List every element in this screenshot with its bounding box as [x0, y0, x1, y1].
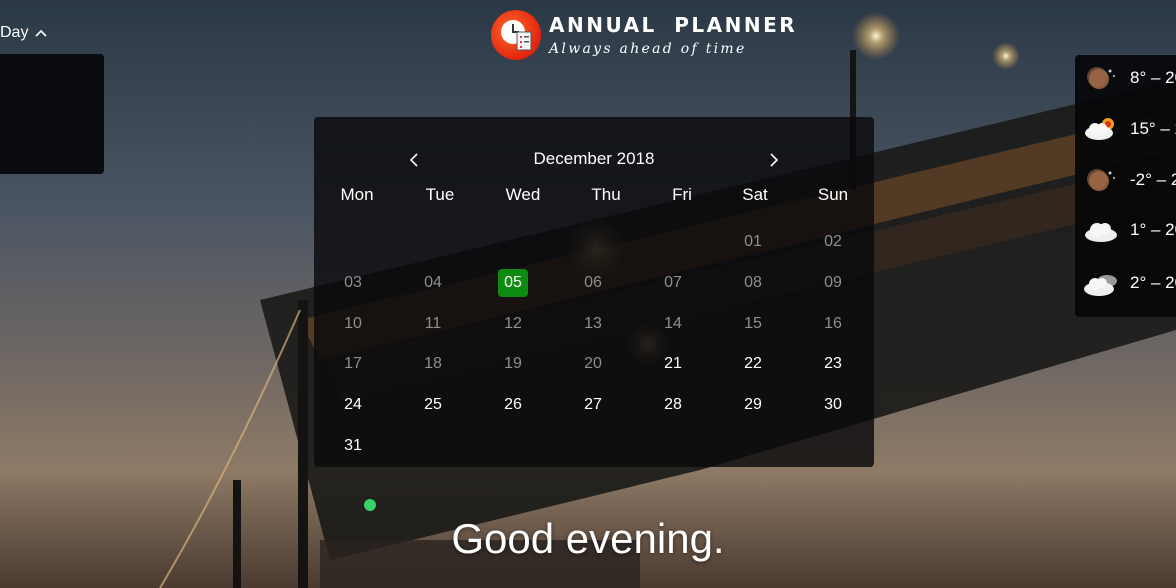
calendar-day-28[interactable]: 28	[658, 391, 688, 419]
logo-tagline: Always ahead of time	[549, 41, 747, 57]
calendar-day-17[interactable]: 17	[338, 350, 368, 378]
calendar-day-12[interactable]: 12	[498, 310, 528, 338]
cloudy-icon	[1081, 267, 1121, 299]
calendar-day-21[interactable]: 21	[658, 350, 688, 378]
calendar-day-13[interactable]: 13	[578, 310, 608, 338]
calendar-day-05[interactable]: 05	[498, 269, 528, 297]
app-logo: ANNUAL PLANNER Always ahead of time	[491, 10, 797, 60]
calendar-day-20[interactable]: 20	[578, 350, 608, 378]
calendar-day-09[interactable]: 09	[818, 269, 848, 297]
calendar-day-26[interactable]: 26	[498, 391, 528, 419]
greeting-text: Good evening.	[451, 515, 725, 562]
calendar-day-03[interactable]: 03	[338, 269, 368, 297]
weather-temp: 1° – 20	[1130, 220, 1176, 239]
day-toggle-label: Day	[0, 24, 29, 41]
calendar-day-19[interactable]: 19	[498, 350, 528, 378]
calendar-day-31[interactable]: 31	[338, 432, 368, 460]
calendar-day-30[interactable]: 30	[818, 391, 848, 419]
moon-icon	[1081, 164, 1121, 196]
calendar-day-22[interactable]: 22	[738, 350, 768, 378]
calendar-day-14[interactable]: 14	[658, 310, 688, 338]
weather-row: 1° – 20	[1075, 210, 1176, 250]
cloud-icon	[1081, 214, 1121, 246]
calendar-day-07[interactable]: 07	[658, 269, 688, 297]
clock-checklist-icon	[491, 10, 541, 60]
calendar-day-18[interactable]: 18	[418, 350, 448, 378]
logo-title: ANNUAL PLANNER	[549, 13, 798, 37]
calendar-day-01[interactable]: 01	[738, 228, 768, 256]
calendar-day-25[interactable]: 25	[418, 391, 448, 419]
weather-temp: 15° – 2	[1130, 119, 1176, 138]
weather-temp: -2° – 2	[1130, 170, 1176, 189]
weather-temp: 2° – 20	[1130, 273, 1176, 292]
calendar-day-10[interactable]: 10	[338, 310, 368, 338]
partly-cloudy-sun-icon	[1081, 113, 1121, 145]
calendar-day-23[interactable]: 23	[818, 350, 848, 378]
chevron-up-icon	[35, 29, 48, 37]
calendar-day-24[interactable]: 24	[338, 391, 368, 419]
calendar-day-27[interactable]: 27	[578, 391, 608, 419]
calendar-day-16[interactable]: 16	[818, 310, 848, 338]
weather-row: 8° – 20	[1075, 58, 1176, 98]
calendar-days-grid: 01 02 03 04 05 06 07 08 09 10 11 12 13 14 15 16 17 18 19 20…	[314, 117, 874, 467]
weather-temp: 8° – 20	[1130, 68, 1176, 87]
weather-row: -2° – 2	[1075, 160, 1176, 200]
calendar-day-08[interactable]: 08	[738, 269, 768, 297]
calendar-day-02[interactable]: 02	[818, 228, 848, 256]
calendar-day-04[interactable]: 04	[418, 269, 448, 297]
weather-forecast-panel: 8° – 20 15° – 2 -2° – 2 1° – 20 2° – 20	[1075, 55, 1176, 317]
weather-row: 2° – 20	[1075, 263, 1176, 303]
calendar-day-29[interactable]: 29	[738, 391, 768, 419]
calendar-day-11[interactable]: 11	[418, 310, 448, 338]
calendar-day-06[interactable]: 06	[578, 269, 608, 297]
day-toggle-button[interactable]: Day	[0, 24, 48, 42]
calendar-widget: December 2018 Mon Tue Wed Thu Fri Sat Su…	[314, 117, 874, 467]
calendar-day-15[interactable]: 15	[738, 310, 768, 338]
moon-icon	[1081, 62, 1121, 94]
weather-row: 15° – 2	[1075, 109, 1176, 149]
day-panel	[0, 54, 104, 174]
